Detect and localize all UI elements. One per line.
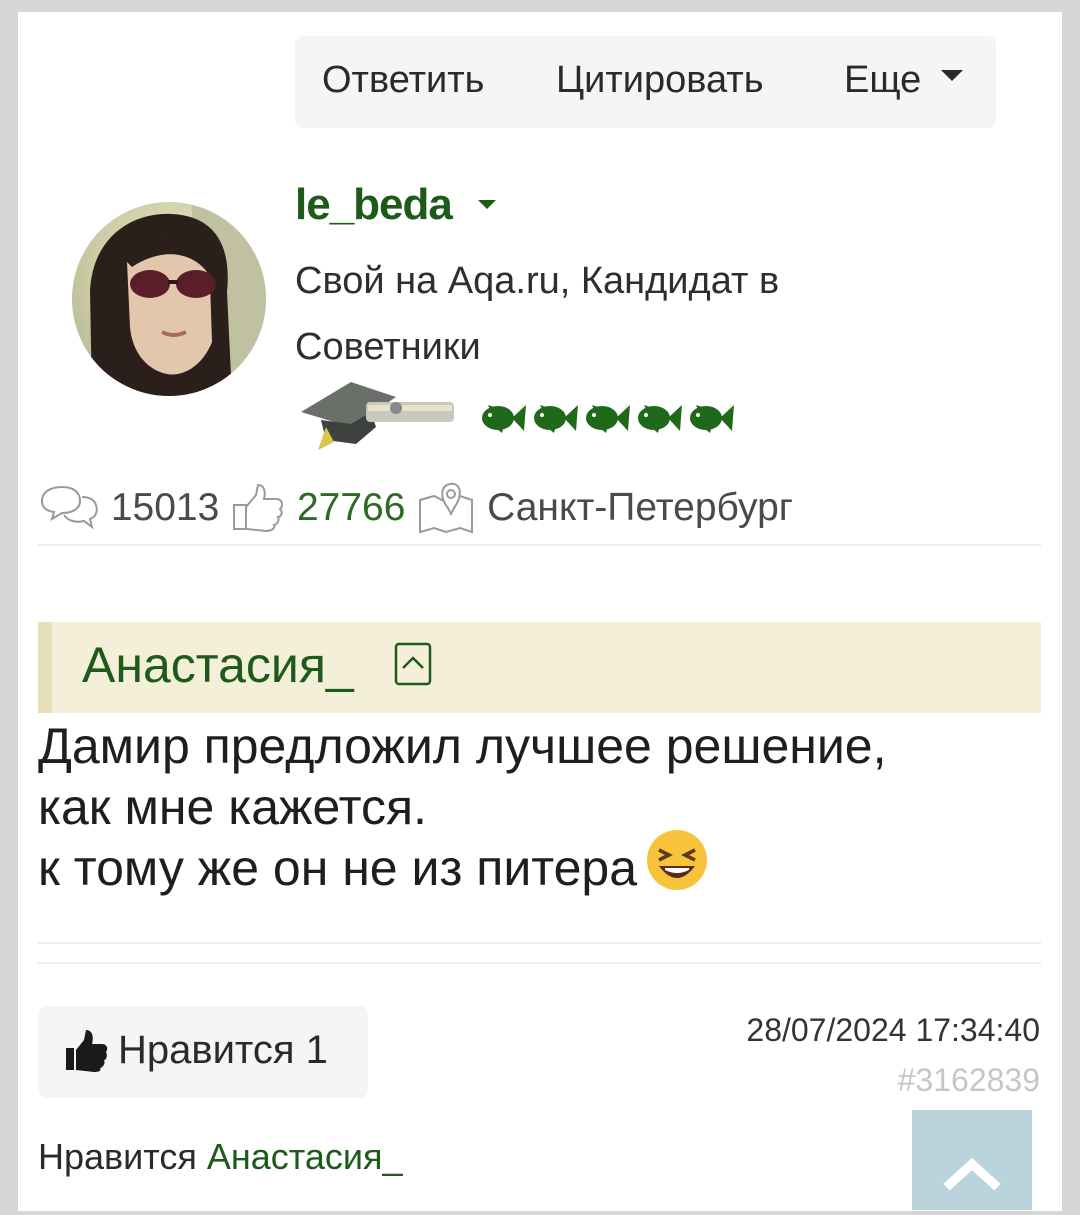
divider: [38, 544, 1041, 546]
thumbs-up-icon: [64, 1030, 108, 1077]
scroll-to-top-button[interactable]: [912, 1110, 1032, 1210]
like-button-label: Нравится 1: [118, 1028, 328, 1072]
likes-count: 27766: [296, 486, 406, 529]
post-body: Дамир предложил лучшее решение, как мне …: [38, 716, 1038, 906]
avatar[interactable]: [72, 202, 266, 396]
author-stats: 15013 27766 Санкт-Петербург: [38, 482, 793, 542]
divider: [38, 962, 1041, 964]
post-line: к тому же он не из питера: [38, 840, 638, 897]
more-dropdown[interactable]: Еще: [844, 36, 964, 128]
divider: [38, 942, 1041, 944]
post-line-with-emoji: к тому же он не из питера: [38, 830, 1038, 906]
post-line: как мне кажется.: [38, 779, 427, 835]
chevron-down-icon: [477, 199, 496, 209]
reply-button[interactable]: Ответить: [322, 36, 484, 128]
author-username[interactable]: le_beda: [295, 180, 496, 230]
post-card: Ответить Цитировать Еще le_beda Свой на …: [18, 12, 1062, 1211]
post-actions-bar: Ответить Цитировать Еще: [295, 36, 996, 128]
post-id-link[interactable]: #3162839: [898, 1062, 1040, 1099]
more-label: Еще: [844, 59, 922, 101]
like-button[interactable]: Нравится 1: [38, 1006, 368, 1098]
rating-fish-icons: [478, 395, 738, 446]
quoted-author[interactable]: Анастасия_: [82, 636, 354, 694]
expand-quote-icon[interactable]: [394, 638, 432, 693]
chevron-down-icon: [941, 70, 964, 82]
comments-icon: [40, 485, 98, 530]
graduate-badge-icon: [296, 372, 456, 457]
laughing-emoji-icon: [645, 828, 709, 906]
quote-button[interactable]: Цитировать: [556, 36, 764, 128]
author-rank: Свой на Aqa.ru, Кандидат в Советники: [295, 260, 780, 368]
thumbs-up-icon: [233, 483, 284, 533]
post-line: Дамир предложил лучшее решение,: [38, 718, 887, 774]
quote-block: Анастасия_: [38, 622, 1041, 713]
liked-by-user[interactable]: Анастасия_: [207, 1136, 403, 1177]
author-city: Санкт-Петербург: [487, 486, 793, 529]
liked-by-prefix: Нравится: [38, 1136, 197, 1177]
posts-count: 15013: [110, 486, 220, 529]
map-location-icon: [419, 482, 474, 534]
username-label: le_beda: [295, 180, 453, 229]
liked-by: Нравится Анастасия_: [38, 1136, 403, 1178]
post-date: 28/07/2024 17:34:40: [746, 1012, 1040, 1048]
chevron-up-icon: [943, 1157, 1001, 1191]
